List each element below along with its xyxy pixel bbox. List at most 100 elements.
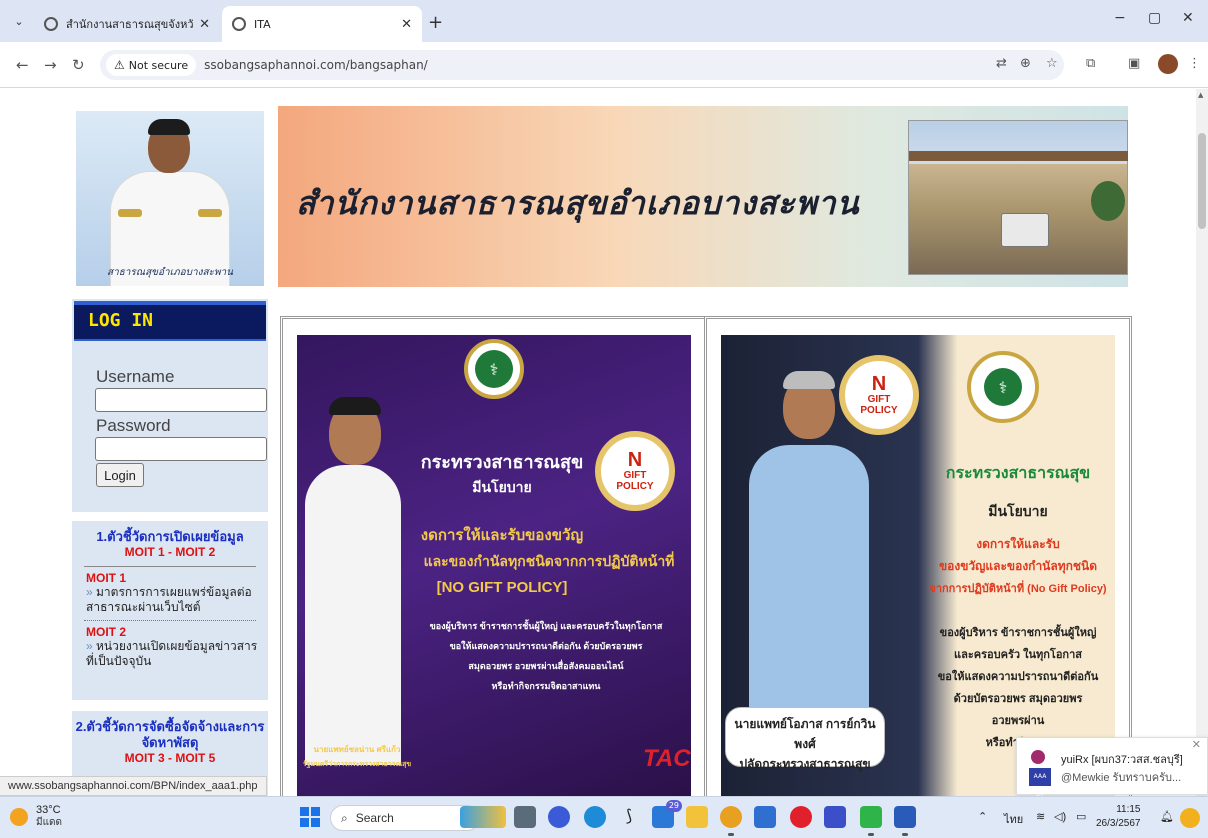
poster-body-5: อวยพรผ่าน [991, 715, 1045, 727]
poster-body-1: ของผู้บริหาร ข้าราชการชั้นผู้ใหญ่ และครอ… [429, 621, 663, 631]
store-icon[interactable]: 29 [652, 800, 682, 828]
word-icon[interactable] [894, 806, 916, 836]
taskbar-search[interactable]: ⌕ Search [330, 805, 480, 831]
poster-line-3: [NO GIFT POLICY] [436, 579, 568, 596]
widgets-icon[interactable] [460, 806, 506, 828]
file-explorer-icon[interactable] [686, 806, 708, 828]
line-icon[interactable] [860, 806, 882, 836]
tab-search-button[interactable]: ⌄ [8, 10, 30, 32]
close-window-button[interactable]: ✕ [1182, 10, 1194, 26]
notification-badge: 29 [665, 800, 682, 812]
poster-body-2: ขอให้แสดงความปรารถนาดีต่อกัน ด้วยบัตรอวย… [449, 641, 643, 651]
minister-name: นายแพทย์ชลน่าน ศรีแก้ว [313, 745, 401, 754]
link-status-url: www.ssobangsaphannoi.com/BPN/index_aaa1.… [0, 776, 267, 796]
minister-hair [329, 397, 381, 415]
forward-arrow-icon[interactable]: → [44, 56, 57, 74]
pickup-truck [1001, 213, 1049, 247]
scroll-up-icon[interactable]: ▲ [1198, 91, 1203, 99]
moit-item[interactable]: MOIT 2 » หน่วยงานเปิดเผยข้อมูลข่าวสารที่… [72, 625, 268, 669]
tab-title: ITA [254, 17, 271, 31]
close-tab-icon[interactable]: ✕ [199, 17, 210, 32]
tab-provincial-office[interactable]: สำนักงานสาธารณสุขจังหวัดประจวบคี ✕ [34, 6, 220, 42]
close-tab-icon[interactable]: ✕ [401, 17, 412, 32]
poster-body-2: และครอบครัว ในทุกโอกาส [954, 649, 1082, 661]
weather-condition: มีแดด [36, 817, 63, 828]
site-info-button[interactable]: ⚠ Not secure [106, 54, 197, 76]
thumbnail-image: AAA 37 [1029, 768, 1051, 798]
wifi-icon[interactable]: ≋ [1036, 810, 1045, 823]
meta-icon[interactable] [824, 806, 846, 828]
restore-button[interactable]: ▢ [1148, 10, 1161, 26]
bookmark-star-icon[interactable]: ☆ [1046, 56, 1058, 71]
notification-bell-icon[interactable]: 🔔︎ [1160, 810, 1174, 823]
warning-triangle-icon: ⚠ [114, 58, 125, 72]
white-shirt [305, 465, 401, 765]
scrollbar-thumb[interactable] [1198, 133, 1206, 229]
volume-icon[interactable]: ◁) [1054, 810, 1066, 823]
opera-icon[interactable] [790, 806, 812, 828]
portrait-hair [148, 119, 190, 135]
password-label: Password [96, 416, 171, 435]
chrome-icon[interactable] [720, 806, 742, 836]
web-page: สาธารณสุขอำเภอบางสะพาน สำนักงานสาธารณสุข… [0, 89, 1196, 796]
login-panel: LOG IN Username Password Login [72, 299, 268, 512]
tray-chevron-icon[interactable]: ⌃ [978, 810, 987, 823]
chevron-down-icon: ⌄ [14, 14, 24, 28]
poster-line-3: จากการปฏิบัติหน้าที่ (No Gift Policy) [929, 583, 1107, 595]
poster-body-4: หรือทำกิจกรรมจิตอาสาแทน [491, 681, 601, 691]
poster-ministry: กระทรวงสาธารณสุข [945, 465, 1091, 482]
copilot-tray-icon[interactable] [1180, 808, 1200, 828]
badge-gift: GIFT [623, 470, 647, 481]
reload-icon[interactable]: ↻ [72, 56, 85, 74]
portrait-epaulet [198, 209, 222, 217]
caduceus-icon: ⚕ [475, 350, 513, 388]
edge-icon[interactable] [584, 806, 606, 828]
sun-icon [10, 807, 28, 826]
weather-widget[interactable]: 33°C มีแดด [10, 804, 62, 829]
copilot-icon[interactable] [548, 806, 570, 828]
divider [84, 620, 256, 621]
zoom-icon[interactable]: ⊕ [1020, 56, 1031, 71]
new-tab-button[interactable]: + [428, 12, 443, 33]
translate-icon[interactable]: ⇄ [996, 56, 1007, 71]
side-panel-icon[interactable]: ▣ [1128, 56, 1140, 71]
task-view-icon[interactable] [514, 806, 536, 828]
windows-start-icon[interactable] [300, 807, 320, 827]
moit-item[interactable]: MOIT 1 » มาตรการการเผยแพร่ข้อมูลต่อสาธาร… [72, 571, 268, 615]
moit-link[interactable]: » มาตรการการเผยแพร่ข้อมูลต่อสาธารณะผ่านเ… [86, 585, 260, 615]
poster-body-1: ของผู้บริหาร ข้าราชการชั้นผู้ใหญ่ [939, 627, 1097, 639]
poster-policy-intro: มีนโยบาย [472, 479, 532, 495]
poster-ministry: กระทรวงสาธารณสุข [420, 452, 584, 472]
tab-ita[interactable]: ITA ✕ [222, 6, 422, 42]
password-input[interactable] [95, 437, 267, 461]
poster-frame-left: ⚕ N GIFT POLICY กระทรวงสาธารณสุข มีนโยบา… [280, 316, 708, 796]
teams-icon[interactable] [754, 806, 776, 828]
app-s-icon[interactable]: ⟆ [618, 806, 640, 828]
page-scrollbar[interactable]: ▲ [1196, 89, 1208, 796]
header-banner: สำนักงานสาธารณสุขอำเภอบางสะพาน [278, 106, 1128, 287]
username-label: Username [96, 367, 175, 386]
moit-link[interactable]: » หน่วยงานเปิดเผยข้อมูลข่าวสารที่เป็นปัจ… [86, 639, 260, 669]
tree [1091, 181, 1125, 221]
battery-icon[interactable]: ▭ [1076, 810, 1086, 823]
system-clock[interactable]: 11:15 26/3/2567 [1096, 803, 1141, 831]
no-gift-policy-poster-permanent-secretary[interactable]: N GIFT POLICY ⚕ กระทรวงสาธารณสุข มีนโยบา… [721, 335, 1115, 796]
username-input[interactable] [95, 388, 267, 412]
language-indicator[interactable]: ไทย [1004, 810, 1023, 828]
poster-line-1: งดการให้และรับของขวัญ [420, 527, 584, 544]
login-button[interactable]: Login [96, 463, 144, 487]
address-bar[interactable]: ⚠ Not secure ssobangsaphannoi.com/bangsa… [100, 50, 1064, 80]
secretary-title: ปลัดกระทรวงสาธารณสุข [739, 757, 871, 771]
close-notification-icon[interactable]: ✕ [1192, 738, 1201, 751]
back-arrow-icon[interactable]: ← [16, 56, 29, 74]
indicator-range: MOIT 3 - MOIT 5 [124, 751, 216, 765]
notification-message: @Mewkie รับทราบครับ... [1061, 772, 1182, 784]
profile-avatar[interactable] [1158, 54, 1178, 74]
no-gift-policy-poster-minister[interactable]: ⚕ N GIFT POLICY กระทรวงสาธารณสุข มีนโยบา… [297, 335, 691, 796]
menu-kebab-icon[interactable]: ⋮ [1188, 56, 1201, 71]
chat-notification[interactable]: AAA 37 yuiRx [ผบก37:วสส.ชลบุรี] @Mewkie … [1016, 737, 1208, 798]
poster-line-2: และของกำนัลทุกชนิดจากการปฏิบัติหน้าที่ [423, 553, 675, 569]
url-text[interactable]: ssobangsaphannoi.com/bangsaphan/ [204, 58, 428, 72]
extensions-icon[interactable]: ⧉ [1086, 56, 1095, 71]
minimize-button[interactable]: − [1114, 10, 1126, 26]
